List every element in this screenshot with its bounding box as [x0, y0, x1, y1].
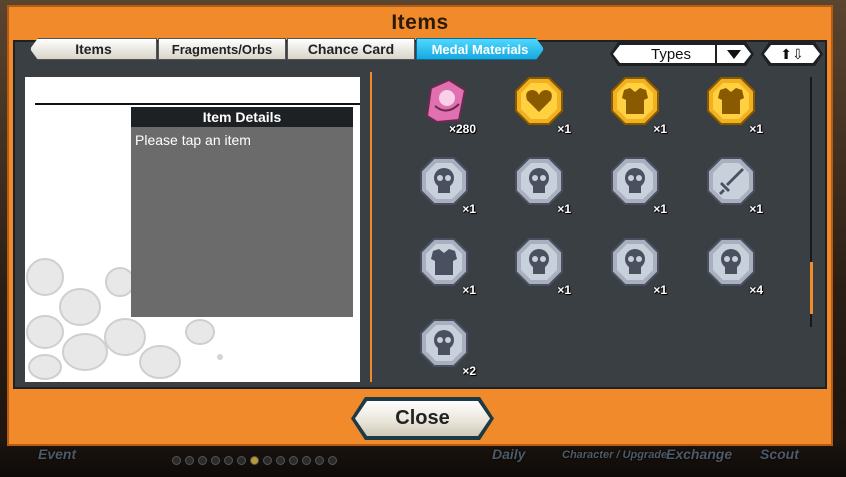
nav-exchange[interactable]: Exchange: [666, 446, 732, 462]
scrollbar-thumb[interactable]: [810, 262, 813, 314]
item-count: ×1: [653, 122, 667, 136]
title-bar: Items: [9, 7, 831, 39]
item-count: ×1: [557, 283, 571, 297]
item-count: ×1: [557, 122, 571, 136]
item-details-body: Please tap an item: [131, 127, 353, 317]
medal-item[interactable]: ×1: [603, 154, 667, 218]
medal-item[interactable]: ×1: [412, 235, 476, 299]
tab-fragments-orbs[interactable]: Fragments/Orbs: [158, 38, 286, 60]
gold-heart-medal-icon: [515, 77, 563, 125]
item-count: ×1: [653, 202, 667, 216]
medal-item[interactable]: ×1: [412, 154, 476, 218]
item-count: ×280: [448, 122, 476, 136]
close-button[interactable]: Close: [351, 397, 494, 440]
silver-skull-medal-icon: [420, 319, 468, 367]
silver-skull-medal-icon: [707, 238, 755, 286]
medal-item[interactable]: ×1: [699, 74, 763, 138]
medal-item[interactable]: ×4: [699, 235, 763, 299]
silver-skull-medal-icon: [515, 238, 563, 286]
tab-items[interactable]: Items: [30, 38, 157, 60]
tab-medal-materials[interactable]: Medal Materials: [416, 38, 544, 60]
item-count: ×1: [557, 202, 571, 216]
item-details-placeholder: Please tap an item: [135, 132, 251, 148]
medal-item[interactable]: ×1: [603, 235, 667, 299]
item-count: ×4: [749, 283, 763, 297]
nav-scout[interactable]: Scout: [760, 446, 799, 462]
item-count: ×2: [462, 364, 476, 378]
divider: [35, 103, 360, 105]
item-details-panel: Item Details Please tap an item: [25, 77, 360, 382]
close-button-label: Close: [395, 407, 450, 429]
item-count: ×1: [749, 202, 763, 216]
medal-item[interactable]: ×2: [412, 316, 476, 380]
gold-armor-medal-icon: [611, 77, 659, 125]
chevron-down-icon: [727, 50, 741, 59]
medal-item[interactable]: ×1: [507, 74, 571, 138]
silver-sword-medal-icon: [707, 157, 755, 205]
sort-icon: ⬆⇩: [780, 45, 804, 62]
item-count: ×1: [462, 283, 476, 297]
medal-item[interactable]: ×1: [699, 154, 763, 218]
item-count: ×1: [749, 122, 763, 136]
silver-skull-medal-icon: [611, 238, 659, 286]
window-title: Items: [391, 11, 449, 34]
pink-character-medal-icon: [425, 78, 467, 124]
medal-item[interactable]: ×1: [603, 74, 667, 138]
nav-character-upgrade[interactable]: Character / Upgrade: [562, 449, 667, 461]
item-count: ×1: [462, 202, 476, 216]
nav-daily[interactable]: Daily: [492, 446, 525, 462]
item-count: ×1: [653, 283, 667, 297]
silver-skull-medal-icon: [515, 157, 563, 205]
silver-skull-medal-icon: [611, 157, 659, 205]
medal-item[interactable]: ×280: [412, 74, 476, 138]
sort-button[interactable]: ⬆⇩: [761, 42, 823, 66]
medal-item[interactable]: ×1: [507, 154, 571, 218]
tab-chance-card[interactable]: Chance Card: [287, 38, 415, 60]
gold-armor-medal-icon: [707, 77, 755, 125]
medal-item[interactable]: ×1: [507, 235, 571, 299]
nav-event[interactable]: Event: [38, 446, 76, 462]
silver-skull-medal-icon: [420, 157, 468, 205]
silver-armor-medal-icon: [420, 238, 468, 286]
types-dropdown[interactable]: Types: [610, 42, 754, 66]
page-indicator: [172, 456, 337, 465]
item-details-header: Item Details: [131, 107, 353, 127]
